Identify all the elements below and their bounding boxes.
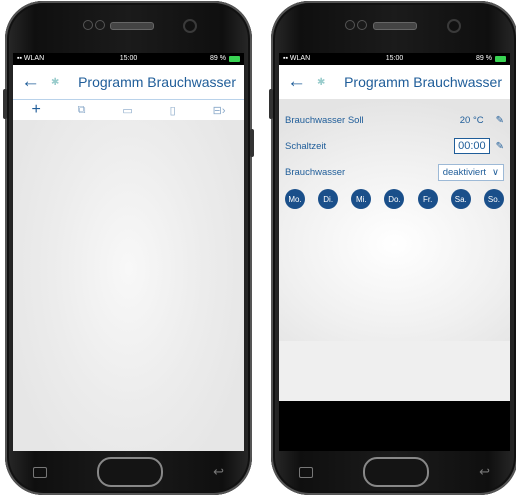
bottom-black-area	[279, 401, 510, 451]
earpiece	[110, 22, 154, 30]
row-schaltzeit: Schaltzeit 00:00 ✎	[285, 133, 504, 159]
recent-apps-icon[interactable]	[33, 466, 47, 478]
screen-left: ▪▪ WLAN 15:00 89 % ← ✱ Programm Brauchwa…	[13, 53, 244, 451]
home-button[interactable]	[363, 457, 430, 487]
status-time: 15:00	[385, 55, 404, 62]
home-button[interactable]	[97, 457, 164, 487]
status-bar: ▪▪ WLAN 15:00 89 %	[279, 53, 510, 65]
soll-label: Brauchwasser Soll	[285, 114, 364, 126]
day-friday[interactable]: Fr.	[417, 189, 438, 209]
back-nav-icon[interactable]: ↩	[479, 464, 490, 480]
back-arrow-icon[interactable]: ←	[21, 71, 43, 93]
app-bar: ← ✱ Programm Brauchwasser	[279, 65, 510, 99]
toolbar: + ⧉ ▭ ▯ ⊟›	[13, 99, 244, 121]
day-monday[interactable]: Mo.	[285, 189, 305, 209]
day-sunday[interactable]: So.	[483, 189, 504, 209]
status-bar: ▪▪ WLAN 15:00 89 %	[13, 53, 244, 65]
day-saturday[interactable]: Sa.	[450, 189, 471, 209]
day-thursday[interactable]: Do.	[384, 189, 405, 209]
paste-icon[interactable]: ▭	[122, 104, 132, 117]
nav-bar: ↩	[13, 453, 244, 491]
status-time: 15:00	[119, 55, 138, 62]
page-title: Programm Brauchwasser	[78, 74, 236, 90]
screen-right: ▪▪ WLAN 15:00 89 % ← ✱ Programm Brauchwa…	[279, 53, 510, 451]
edit-icon[interactable]: ⊟›	[213, 104, 226, 117]
phone-right: ▪▪ WLAN 15:00 89 % ← ✱ Programm Brauchwa…	[269, 1, 516, 495]
day-tuesday[interactable]: Di.	[318, 189, 339, 209]
mode-label: Brauchwasser	[285, 166, 346, 178]
earpiece	[373, 22, 417, 30]
mode-value: deaktiviert	[442, 166, 487, 178]
sensor-icon	[83, 20, 93, 30]
delete-icon[interactable]: ▯	[170, 104, 176, 117]
back-nav-icon[interactable]: ↩	[213, 464, 224, 480]
chevron-down-icon: ∨	[492, 166, 499, 178]
bluetooth-icon: ✱	[317, 76, 326, 88]
bluetooth-icon: ✱	[51, 76, 60, 88]
back-arrow-icon[interactable]: ←	[287, 71, 309, 93]
program-list-area	[13, 120, 244, 451]
row-brauchwasser-mode: Brauchwasser deaktiviert ∨	[285, 159, 504, 185]
schaltzeit-label: Schaltzeit	[285, 140, 327, 152]
sensor-icon	[345, 20, 355, 30]
battery-icon	[495, 56, 506, 62]
add-icon[interactable]: +	[31, 101, 40, 119]
page-title: Programm Brauchwasser	[344, 74, 502, 90]
schaltzeit-input[interactable]: 00:00	[454, 138, 490, 154]
recent-apps-icon[interactable]	[299, 466, 313, 478]
nav-bar: ↩	[279, 453, 510, 491]
camera-icon	[447, 19, 461, 33]
soll-value: 20 °C	[459, 114, 484, 126]
day-wednesday[interactable]: Mi.	[351, 189, 372, 209]
power-button	[250, 129, 254, 157]
settings-form: Brauchwasser Soll 20 °C ✎ Schaltzeit 00:…	[279, 107, 510, 185]
sensor-icon	[95, 20, 105, 30]
volume-button	[269, 89, 273, 119]
mode-select[interactable]: deaktiviert ∨	[437, 163, 504, 181]
phone-left: ▪▪ WLAN 15:00 89 % ← ✱ Programm Brauchwa…	[3, 1, 254, 495]
weekday-selector: Mo. Di. Mi. Do. Fr. Sa. So.	[279, 185, 510, 209]
app-bar: ← ✱ Programm Brauchwasser	[13, 65, 244, 99]
battery-icon	[229, 56, 240, 62]
copy-icon[interactable]: ⧉	[78, 104, 86, 117]
pencil-icon[interactable]: ✎	[496, 141, 504, 152]
volume-button	[3, 89, 7, 119]
pencil-icon[interactable]: ✎	[496, 115, 504, 126]
row-brauchwasser-soll: Brauchwasser Soll 20 °C ✎	[285, 107, 504, 133]
sensor-icon	[357, 20, 367, 30]
camera-icon	[183, 19, 197, 33]
